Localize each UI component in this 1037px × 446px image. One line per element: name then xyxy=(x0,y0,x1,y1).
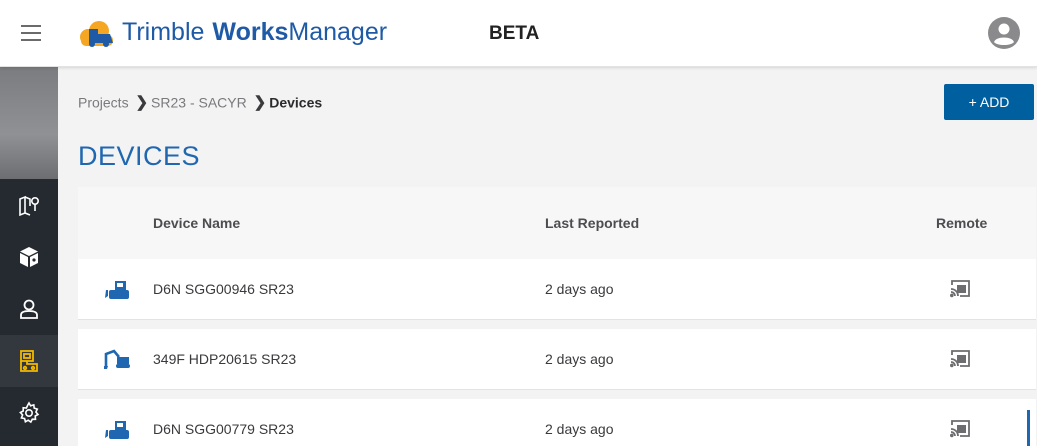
table-header: Device Name Last Reported Remote xyxy=(78,187,1036,259)
last-reported: 2 days ago xyxy=(545,351,614,367)
remote-cast-icon[interactable] xyxy=(949,419,971,439)
device-name: D6N SGG00779 SR23 xyxy=(153,421,294,437)
device-name: D6N SGG00946 SR23 xyxy=(153,281,294,297)
sidebar-item-users[interactable] xyxy=(0,283,58,335)
page-title: DEVICES xyxy=(78,141,201,171)
brand-part-works: Works xyxy=(212,18,289,46)
hamburger-menu-icon[interactable] xyxy=(21,25,41,41)
dozer-icon xyxy=(105,421,129,439)
column-header-remote: Remote xyxy=(936,215,988,231)
trimble-cloud-logo-icon xyxy=(80,21,113,47)
main-content: Projects ❯ SR23 - SACYR ❯ Devices + ADD DE… xyxy=(58,67,1037,446)
dozer-icon xyxy=(105,281,129,299)
sidebar xyxy=(0,67,58,446)
sidebar-item-design[interactable] xyxy=(0,231,58,283)
table-row[interactable]: D6N SGG00779 SR23 2 days ago xyxy=(78,390,1036,446)
scrollbar-thumb[interactable] xyxy=(1027,410,1030,446)
last-reported: 2 days ago xyxy=(545,421,614,437)
app-brand-title: Trimble WorksManager xyxy=(122,18,387,47)
excavator-icon xyxy=(104,349,130,369)
sidebar-item-map[interactable] xyxy=(0,179,58,231)
column-header-last-reported[interactable]: Last Reported xyxy=(545,215,639,231)
beta-badge: BETA xyxy=(489,23,540,44)
breadcrumb-project-link[interactable]: SR23 - SACYR xyxy=(151,94,247,110)
breadcrumb-projects-link[interactable]: Projects xyxy=(78,94,129,110)
column-header-device-name[interactable]: Device Name xyxy=(153,215,240,231)
breadcrumb-separator-icon: ❯ xyxy=(253,94,267,112)
user-avatar-icon[interactable] xyxy=(988,17,1020,49)
sidebar-item-devices[interactable] xyxy=(0,335,58,387)
gear-icon xyxy=(19,401,40,424)
sidebar-item-settings[interactable] xyxy=(0,387,58,439)
devices-table: Device Name Last Reported Remote D6N SGG… xyxy=(78,187,1036,446)
cube-icon xyxy=(20,247,38,267)
remote-cast-icon[interactable] xyxy=(949,279,971,299)
remote-cast-icon[interactable] xyxy=(949,349,971,369)
brand-part-manager: Manager xyxy=(288,18,388,46)
map-icon xyxy=(19,195,40,217)
device-icon xyxy=(20,350,38,372)
brand-part-trimble: Trimble xyxy=(122,18,205,46)
breadcrumb-separator-icon: ❯ xyxy=(135,94,149,112)
sidebar-project-image xyxy=(0,67,58,179)
device-name: 349F HDP20615 SR23 xyxy=(153,351,297,367)
last-reported: 2 days ago xyxy=(545,281,614,297)
user-icon xyxy=(20,299,38,319)
add-device-button[interactable]: + ADD xyxy=(944,84,1034,120)
app-header: Trimble WorksManager BETA xyxy=(0,0,1037,67)
table-row[interactable]: 349F HDP20615 SR23 2 days ago xyxy=(78,320,1036,390)
breadcrumb-current: Devices xyxy=(269,94,323,111)
table-row[interactable]: D6N SGG00946 SR23 2 days ago xyxy=(78,259,1036,320)
breadcrumb: Projects ❯ SR23 - SACYR ❯ Devices xyxy=(78,93,322,111)
